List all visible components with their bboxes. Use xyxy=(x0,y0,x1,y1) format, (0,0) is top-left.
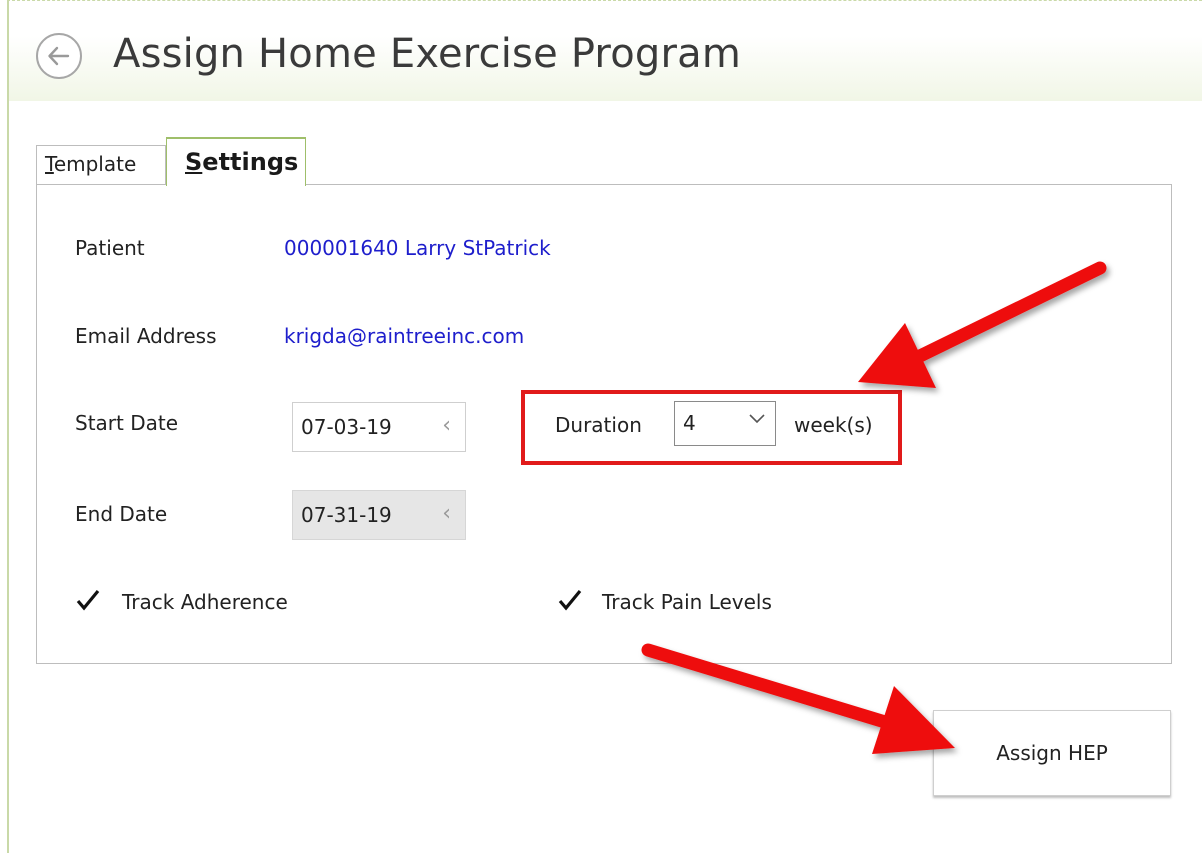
tab-settings-label: ettings xyxy=(202,148,299,176)
header-bar: Assign Home Exercise Program xyxy=(9,1,1202,101)
arrow-left-circle-icon xyxy=(48,46,70,66)
start-date-value: 07-03-19 xyxy=(301,415,392,439)
duration-unit: week(s) xyxy=(794,413,873,437)
track-adherence-label: Track Adherence xyxy=(122,590,288,614)
track-adherence-checkbox[interactable] xyxy=(76,588,100,612)
page-title: Assign Home Exercise Program xyxy=(113,31,741,77)
tab-settings-mnemonic: S xyxy=(185,148,203,176)
end-date-label: End Date xyxy=(75,502,168,526)
checkmark-icon xyxy=(558,589,582,611)
chevron-left-icon[interactable]: ‹ xyxy=(442,413,451,438)
start-date-label: Start Date xyxy=(75,411,179,435)
assign-hep-button-label: Assign HEP xyxy=(996,741,1108,765)
active-tab-indicator xyxy=(166,137,306,139)
chevron-left-icon: ‹ xyxy=(442,501,451,526)
tab-settings[interactable]: Settings xyxy=(166,137,306,186)
patient-link[interactable]: 000001640 Larry StPatrick xyxy=(284,236,551,260)
email-label: Email Address xyxy=(75,324,217,348)
checkmark-icon xyxy=(76,589,100,611)
tab-template-mnemonic: T xyxy=(45,152,54,176)
chevron-down-icon xyxy=(749,414,765,424)
back-button[interactable] xyxy=(36,33,82,79)
window-left-border xyxy=(7,0,9,853)
tab-template[interactable]: Template xyxy=(36,145,166,185)
track-pain-checkbox[interactable] xyxy=(558,588,582,612)
tab-template-label: emplate xyxy=(53,152,137,176)
duration-select[interactable]: 4 xyxy=(674,401,776,446)
assign-hep-window: Assign Home Exercise Program Template Se… xyxy=(0,0,1202,853)
arrow-to-assign-button xyxy=(641,643,955,754)
start-date-input[interactable]: 07-03-19 ‹ xyxy=(292,402,466,452)
email-link[interactable]: krigda@raintreeinc.com xyxy=(284,324,524,348)
end-date-value: 07-31-19 xyxy=(301,503,392,527)
assign-hep-button[interactable]: Assign HEP xyxy=(933,710,1171,796)
track-pain-label: Track Pain Levels xyxy=(602,590,772,614)
duration-value: 4 xyxy=(683,411,696,435)
duration-label: Duration xyxy=(555,413,642,437)
patient-label: Patient xyxy=(75,236,145,260)
end-date-input: 07-31-19 ‹ xyxy=(292,490,466,540)
